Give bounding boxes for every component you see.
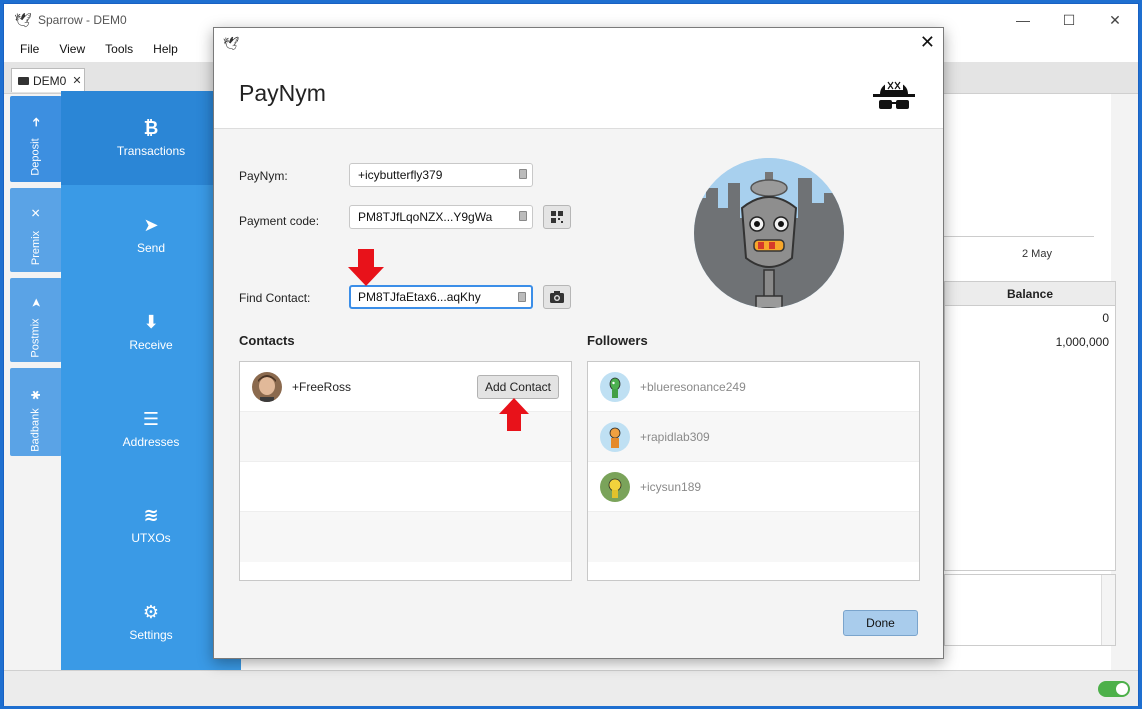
chart-date-label: 2 May [1022,248,1052,260]
done-button[interactable]: Done [843,610,918,636]
contacts-list: +FreeRoss Add Contact [239,361,572,581]
window-controls: — ☐ ✕ [1000,4,1138,36]
account-label: Badbank [30,408,42,452]
menu-help[interactable]: Help [153,42,178,56]
menu-tools[interactable]: Tools [105,42,133,56]
dialog-title: PayNym [239,80,326,106]
copy-icon[interactable] [519,211,527,221]
follower-name: +icysun189 [640,479,702,494]
copy-icon[interactable] [519,169,527,179]
close-window-icon[interactable]: ✕ [1092,4,1138,36]
gear-icon: ⚙ [142,602,160,622]
menu-file[interactable]: File [20,42,39,56]
payment-code-field[interactable]: PM8TJfLqoNZX...Y9gWa [349,205,533,229]
list-icon: ☰ [142,409,160,429]
copy-icon[interactable] [518,292,526,302]
arrow-right-icon: ➔ [29,116,43,128]
list-item [240,512,571,562]
contact-name: +FreeRoss [292,379,352,394]
status-bar [4,670,1138,706]
sparrow-logo-icon: 🕊 [223,36,240,51]
followers-title: Followers [587,333,648,348]
follower-name: +blueresonance249 [640,379,746,394]
paynym-dialog: 🕊 ✕ PayNym PayNym: +icybutterfly379 Paym… [213,27,944,659]
list-item [588,512,919,562]
scan-qr-button[interactable] [543,285,571,309]
chart-axis [944,236,1094,237]
window-title: Sparrow - DEM0 [38,13,127,27]
payment-code-label: Payment code: [239,214,320,228]
online-toggle[interactable] [1098,681,1130,697]
arrow-down-icon: ⬇ [143,312,159,332]
qr-code-icon [551,211,563,223]
paynym-spy-icon [873,81,915,109]
coins-icon: ≋ [143,505,159,525]
balance-column-header[interactable]: Balance [945,282,1115,306]
paynym-field[interactable]: +icybutterfly379 [349,163,533,187]
sparrow-logo-icon: 🕊 [14,12,32,28]
account-tab-badbank[interactable]: ✱ Badbank [10,368,62,456]
nav-label: Settings [129,628,173,642]
find-contact-field[interactable]: PM8TJfaEtax6...aqKhy [349,285,533,309]
contacts-title: Contacts [239,333,295,348]
list-item [240,462,571,512]
wallet-icon [18,76,29,85]
arrow-down-annotation-icon [348,249,384,286]
maximize-icon[interactable]: ☐ [1046,4,1092,36]
account-label: Premix [29,230,42,266]
nav-label: Receive [129,338,173,352]
follower-avatar [600,371,630,402]
paynym-label: PayNym: [239,169,288,183]
account-label: Deposit [29,138,42,176]
nav-label: Addresses [122,435,180,449]
bitcoin-icon: ₿ [143,118,159,138]
follower-avatar [600,421,630,452]
find-contact-value: PM8TJfaEtax6...aqKhy [358,290,481,304]
nav-label: Send [136,241,166,255]
contact-avatar [252,371,282,402]
shuffle-icon: ✕ [29,207,43,219]
follower-name: +rapidlab309 [640,429,710,444]
list-item[interactable]: +blueresonance249 [588,362,919,412]
wallet-tab-label: DEM0 [33,73,67,88]
nav-label: Transactions [116,144,186,158]
add-contact-button[interactable]: Add Contact [476,375,559,399]
paynym-robot-avatar [694,158,844,308]
transaction-detail-pane [944,574,1116,646]
paper-plane-icon: ➤ [143,215,159,235]
nav-label: UTXOs [131,531,171,545]
balance-cell: 0 [1102,311,1109,325]
send-icon: ➤ [29,297,43,309]
camera-icon [550,291,564,303]
account-label: Postmix [30,318,42,358]
menu-view[interactable]: View [59,42,85,56]
account-tab-premix[interactable]: ✕ Premix [10,188,62,272]
close-tab-icon[interactable]: ✕ [72,74,81,87]
bug-icon: ✱ [29,389,43,401]
wallet-tab[interactable]: DEM0 ✕ [11,68,85,92]
list-item[interactable]: +icysun189 [588,462,919,512]
balance-chart: 2 May [944,94,1114,274]
close-dialog-icon[interactable]: ✕ [920,32,935,53]
account-tab-postmix[interactable]: ➤ Postmix [10,278,62,362]
list-item[interactable]: +rapidlab309 [588,412,919,462]
minimize-icon[interactable]: — [1000,4,1046,36]
show-qr-button[interactable] [543,205,571,229]
transactions-table: Balance 0 1,000,000 [944,281,1116,571]
payment-code-value: PM8TJfLqoNZX...Y9gWa [358,210,493,224]
paynym-value: +icybutterfly379 [358,168,443,182]
balance-cell: 1,000,000 [1055,335,1109,349]
dialog-header: 🕊 ✕ PayNym [214,28,943,129]
follower-avatar [600,471,630,502]
scrollbar[interactable] [1101,575,1115,645]
followers-list: +blueresonance249 +rapidlab309 +icysun18… [587,361,920,581]
account-tab-deposit[interactable]: ➔ Deposit [10,96,62,182]
arrow-up-annotation-icon [499,398,529,431]
find-contact-label: Find Contact: [239,291,311,305]
account-strip: ➔ Deposit ✕ Premix ➤ Postmix ✱ Badbank [10,96,62,656]
